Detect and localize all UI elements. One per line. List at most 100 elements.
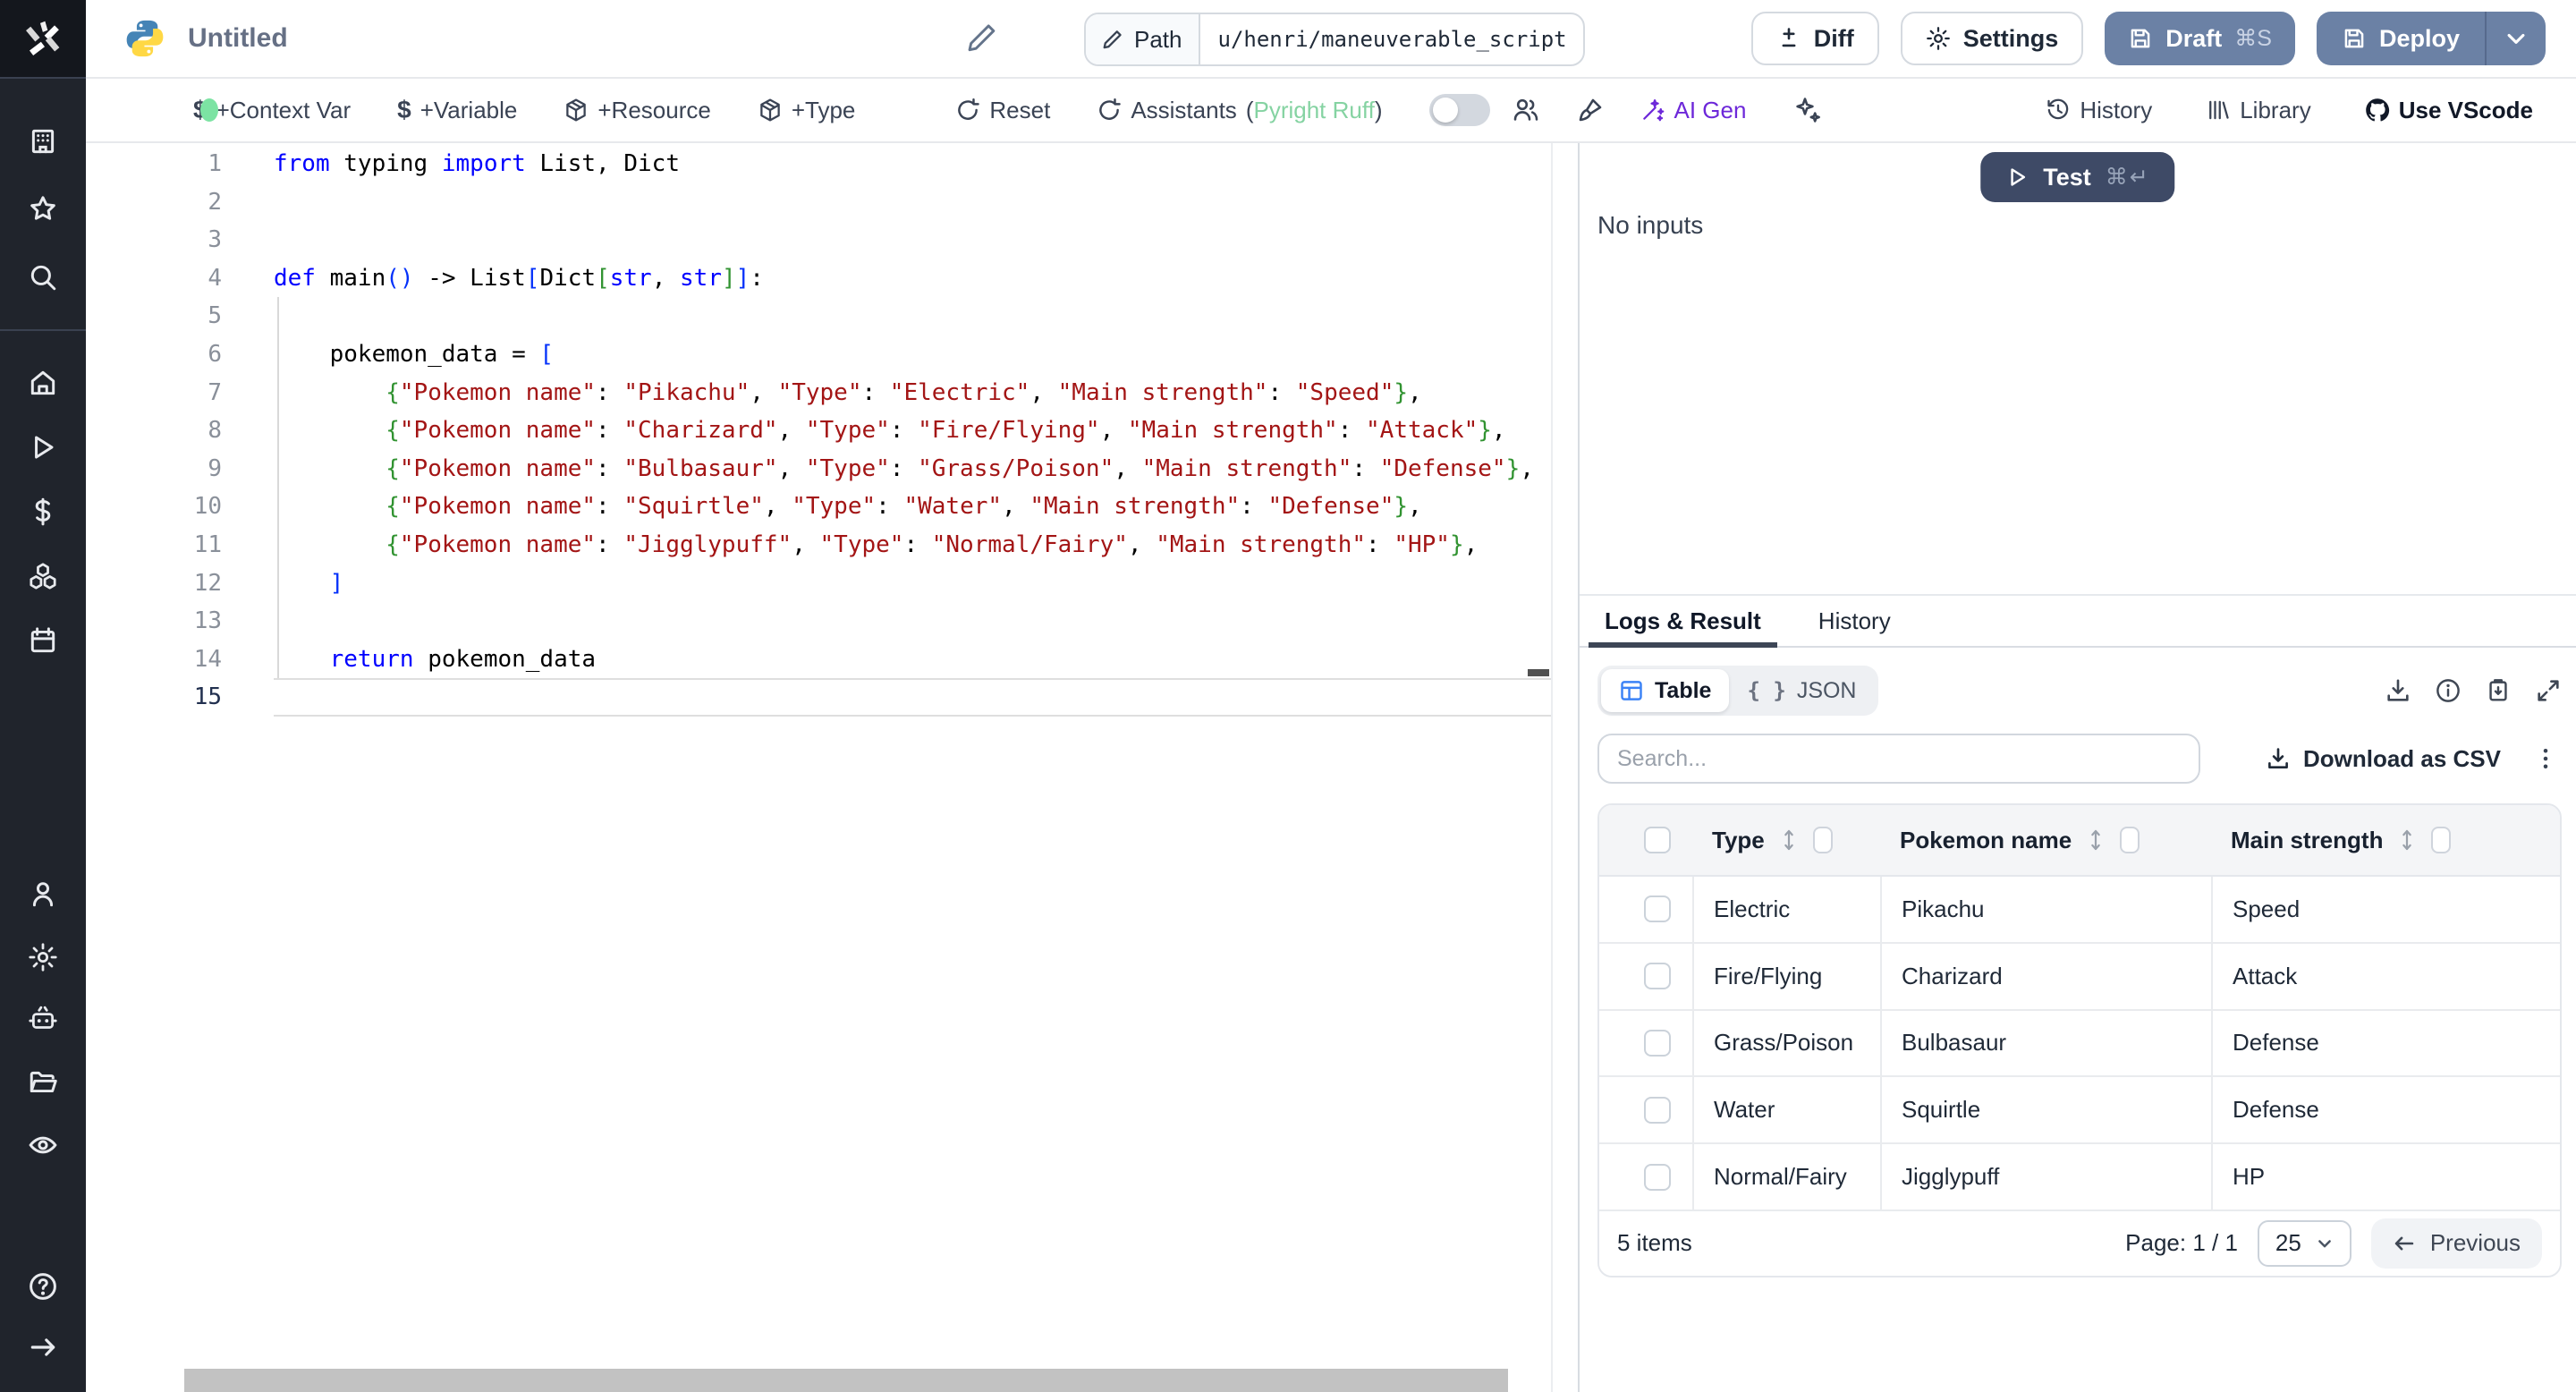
code-line[interactable]: from typing import List, Dict (274, 145, 1551, 183)
code-token: return (329, 645, 414, 673)
download-csv-button[interactable]: Download as CSV (2266, 745, 2501, 773)
add-resource-button[interactable]: +Resource (564, 97, 711, 124)
info-icon[interactable] (2435, 677, 2462, 704)
code-line[interactable]: {"Pokemon name": "Jigglypuff", "Type": "… (274, 526, 1551, 564)
column-filter-box[interactable] (2431, 827, 2452, 853)
reset-button[interactable]: Reset (955, 97, 1050, 124)
line-number: 3 (208, 226, 222, 254)
sort-icon[interactable] (1779, 828, 1799, 852)
sort-icon[interactable] (2397, 828, 2417, 852)
code-token: { (386, 530, 400, 558)
sidebar-item-folders[interactable] (0, 1052, 86, 1113)
windmill-logo[interactable] (0, 0, 86, 79)
assistants-button[interactable]: Assistants (Pyright Ruff) (1097, 97, 1383, 124)
sort-icon[interactable] (2086, 828, 2106, 852)
sidebar-item-variables[interactable] (0, 481, 86, 542)
sidebar-item-resources[interactable] (0, 546, 86, 607)
select-all-checkbox[interactable] (1644, 827, 1671, 853)
add-variable-button[interactable]: $ +Variable (397, 96, 517, 124)
collaborators-button[interactable] (1512, 96, 1540, 124)
indent-guide (277, 297, 279, 678)
code-line[interactable]: {"Pokemon name": "Bulbasaur", "Type": "G… (274, 450, 1551, 488)
code-token: str (609, 264, 652, 292)
ai-gen-button[interactable]: AI Gen (1640, 97, 1746, 124)
format-button[interactable] (1576, 96, 1605, 124)
sidebar-item-account[interactable] (0, 864, 86, 925)
history-button[interactable]: History (2046, 97, 2152, 124)
code-line[interactable] (274, 221, 1551, 259)
previous-page-button[interactable]: Previous (2370, 1218, 2542, 1269)
wand-icon (1642, 99, 1664, 122)
edit-summary-icon[interactable] (966, 21, 998, 54)
row-checkbox[interactable] (1644, 1163, 1671, 1191)
search-input[interactable] (1597, 734, 2200, 784)
row-checkbox[interactable] (1644, 963, 1671, 990)
code-token: : (596, 378, 624, 406)
code-line[interactable]: {"Pokemon name": "Squirtle", "Type": "Wa… (274, 488, 1551, 526)
ai-sparkles-button[interactable] (1792, 96, 1821, 124)
sidebar-item-workspace[interactable] (0, 111, 86, 172)
column-filter-box[interactable] (1812, 827, 1833, 853)
code-token: : (876, 493, 904, 521)
run-panel: Test ⌘↵ No inputs Logs & Result History … (1578, 143, 2576, 1392)
use-vscode-button[interactable]: Use VScode (2365, 97, 2533, 124)
page-size-select[interactable]: 25 (2257, 1219, 2351, 1267)
sidebar-item-audit[interactable] (0, 1115, 86, 1176)
code-line[interactable]: pokemon_data = [ (274, 335, 1551, 374)
chevron-down-icon (2318, 1240, 2331, 1248)
diff-label: Diff (1813, 24, 1854, 52)
add-type-button[interactable]: +Type (758, 97, 855, 124)
sidebar-item-schedules[interactable] (0, 610, 86, 671)
test-button[interactable]: Test ⌘↵ (1980, 152, 2175, 202)
results-header: Table { } JSON (1597, 666, 2562, 716)
multiplayer-toggle[interactable] (1428, 94, 1490, 126)
tab-history[interactable]: History (1802, 596, 1907, 646)
settings-button[interactable]: Settings (1900, 12, 2084, 65)
sidebar-item-workers[interactable] (0, 989, 86, 1050)
table-menu-button[interactable] (2533, 746, 2558, 771)
sidebar-item-settings[interactable] (0, 927, 86, 988)
code-line[interactable]: {"Pokemon name": "Pikachu", "Type": "Ele… (274, 374, 1551, 412)
clipboard-copy-icon[interactable] (2485, 677, 2512, 704)
row-checkbox[interactable] (1644, 1029, 1671, 1057)
expand-icon[interactable] (2535, 677, 2562, 704)
deploy-button[interactable]: Deploy (2317, 12, 2485, 65)
code-token: ] (329, 569, 344, 597)
row-checkbox[interactable] (1644, 895, 1671, 923)
library-button[interactable]: Library (2206, 97, 2311, 124)
sidebar-item-help[interactable] (0, 1256, 86, 1317)
path-value[interactable]: u/henri/maneuverable_script (1200, 14, 1584, 64)
view-json-button[interactable]: { } JSON (1729, 669, 1874, 712)
sidebar-item-favorites[interactable] (0, 179, 86, 240)
code-line[interactable]: return pokemon_data (274, 641, 1551, 679)
line-number: 2 (208, 188, 222, 216)
download-icon[interactable] (2385, 677, 2411, 704)
diff-button[interactable]: Diff (1750, 12, 1879, 65)
code-line[interactable]: ] (274, 564, 1551, 603)
tab-logs-result[interactable]: Logs & Result (1589, 596, 1778, 648)
draft-button[interactable]: Draft ⌘S (2105, 12, 2295, 65)
code-editor[interactable]: 1 2 3 4 5 6 7 8 9 10 11 12 13 14 15 from typing import… (86, 143, 1553, 1392)
header-cell: Main strength (2211, 805, 2560, 875)
row-checkbox[interactable] (1644, 1096, 1671, 1124)
view-table-button[interactable]: Table (1601, 669, 1730, 712)
table-cell: Grass/Poison (1692, 1010, 1880, 1076)
horizontal-scrollbar[interactable] (184, 1369, 1508, 1392)
sidebar-item-collapse[interactable] (0, 1317, 86, 1378)
path-control[interactable]: Path u/henri/maneuverable_script (1084, 13, 1585, 66)
status-dot (200, 98, 218, 122)
code-area[interactable]: from typing import List, Dict def main() … (274, 145, 1551, 717)
table-row: Water Squirtle Defense (1599, 1077, 2560, 1145)
home-icon (30, 370, 55, 395)
code-line[interactable] (274, 678, 1551, 717)
code-line[interactable] (274, 602, 1551, 641)
sidebar-item-search[interactable] (0, 247, 86, 308)
deploy-dropdown-button[interactable] (2487, 12, 2546, 65)
code-line[interactable]: def main() -> List[Dict[str, str]]: (274, 259, 1551, 298)
code-line[interactable] (274, 183, 1551, 222)
code-line[interactable] (274, 297, 1551, 335)
code-line[interactable]: {"Pokemon name": "Charizard", "Type": "F… (274, 412, 1551, 450)
sidebar-item-home[interactable] (0, 352, 86, 413)
column-filter-box[interactable] (2120, 827, 2140, 853)
sidebar-item-runs[interactable] (0, 417, 86, 478)
